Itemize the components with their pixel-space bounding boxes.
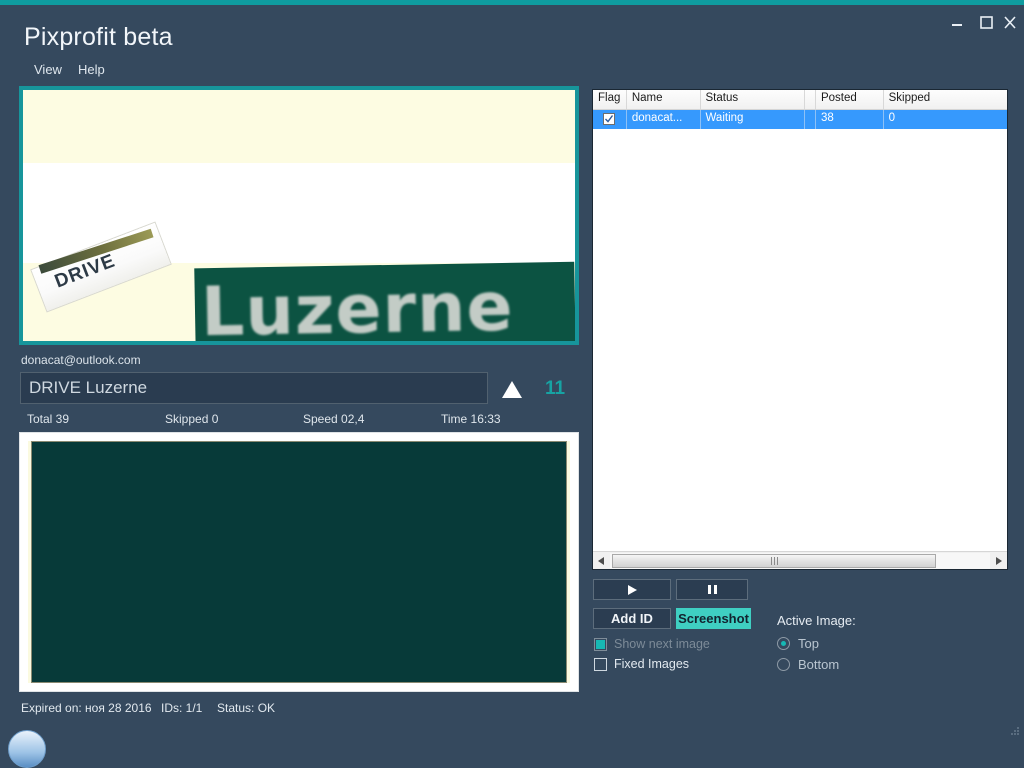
radio-top-label: Top (798, 636, 819, 651)
add-id-button[interactable]: Add ID (593, 608, 671, 629)
stat-skipped: Skipped 0 (165, 412, 219, 426)
account-email: donacat@outlook.com (21, 353, 141, 367)
menu-item-view[interactable]: View (30, 60, 66, 79)
active-image-label: Active Image: (777, 613, 856, 628)
screenshot-button[interactable]: Screenshot (676, 608, 751, 629)
row-narrow-cell (805, 110, 816, 129)
footer-expired: Expired on: ноя 28 2016 (21, 701, 152, 715)
bottom-image-canvas (28, 441, 570, 683)
footer-ids: IDs: 1/1 (161, 701, 203, 715)
radio-selected-icon (777, 637, 790, 650)
street-sign-label: Luzerne (200, 267, 515, 345)
radio-bottom-label: Bottom (798, 657, 840, 672)
column-header-narrow[interactable] (805, 90, 816, 109)
radio-active-image-top[interactable]: Top (777, 636, 819, 651)
up-arrow-icon[interactable] (500, 378, 524, 400)
scrollbar-thumb[interactable] (612, 553, 936, 568)
table-row[interactable]: donacat... Waiting 38 0 (593, 110, 1007, 129)
checkbox-unchecked-icon (594, 657, 607, 671)
scrollbar-track[interactable] (610, 552, 990, 569)
grip-icon (770, 556, 778, 565)
column-header-posted[interactable]: Posted (816, 90, 884, 109)
row-status-cell: Waiting (701, 110, 805, 129)
minimize-icon[interactable] (944, 11, 970, 33)
fixed-images-checkbox[interactable]: Fixed Images (594, 657, 689, 671)
accounts-table[interactable]: Flag Name Status Posted Skipped donacat.… (592, 89, 1008, 570)
scroll-left-icon[interactable] (593, 552, 610, 569)
taskbar-orb-icon (8, 730, 46, 768)
pause-icon (707, 585, 717, 594)
menu-item-help[interactable]: Help (74, 60, 109, 79)
title-bar: Pixprofit beta (0, 5, 1024, 60)
stat-speed: Speed 02,4 (303, 412, 365, 426)
maximize-icon[interactable] (973, 11, 999, 33)
answer-counter: 11 (545, 378, 566, 399)
resize-grip[interactable] (1008, 723, 1020, 735)
column-header-skipped[interactable]: Skipped (884, 90, 1007, 109)
play-icon (628, 584, 637, 595)
checkbox-checked-icon (594, 637, 607, 651)
stat-time: Time 16:33 (441, 412, 501, 426)
column-header-flag[interactable]: Flag (593, 90, 627, 109)
scroll-right-icon[interactable] (990, 552, 1007, 569)
show-next-image-label: Show next image (614, 637, 710, 651)
row-flag-checkbox[interactable] (603, 113, 615, 125)
column-header-status[interactable]: Status (701, 90, 805, 109)
radio-active-image-bottom[interactable]: Bottom (777, 657, 839, 672)
pause-button[interactable] (676, 579, 748, 600)
table-header-row: Flag Name Status Posted Skipped (593, 90, 1007, 110)
stat-total: Total 39 (27, 412, 70, 426)
row-posted-cell: 38 (816, 110, 884, 129)
page-title: Pixprofit beta (24, 23, 173, 51)
menu-bar: View Help (0, 60, 1024, 84)
row-skipped-cell: 0 (888, 112, 896, 124)
close-icon[interactable] (1000, 11, 1020, 33)
top-image-canvas: DRIVE Luzerne (23, 90, 575, 341)
play-button[interactable] (593, 579, 671, 600)
top-captcha-image[interactable]: DRIVE Luzerne (19, 86, 579, 345)
street-sign-graphic: Luzerne (194, 261, 575, 345)
row-flag-cell[interactable] (593, 110, 627, 129)
column-header-name[interactable]: Name (627, 90, 701, 109)
fixed-images-label: Fixed Images (614, 657, 690, 671)
footer-status: Status: OK (217, 701, 276, 715)
table-empty-area (593, 129, 1007, 549)
row-name-cell: donacat... (627, 110, 701, 129)
bottom-captcha-image[interactable] (19, 432, 579, 692)
show-next-image-checkbox[interactable]: Show next image (594, 637, 710, 651)
radio-unselected-icon (777, 658, 790, 671)
table-horizontal-scrollbar[interactable] (593, 551, 1007, 569)
answer-input[interactable] (20, 372, 488, 404)
